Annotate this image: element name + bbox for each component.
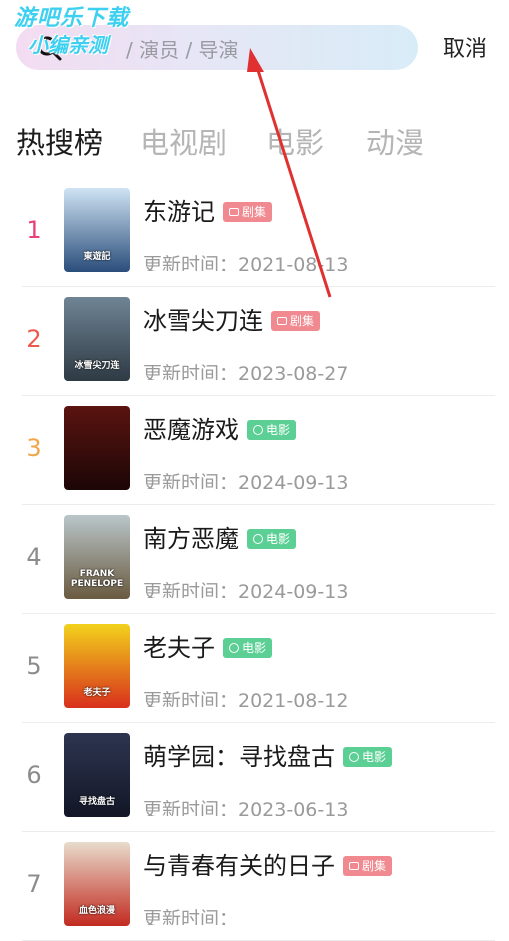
poster-image[interactable]: 老夫子: [64, 624, 130, 708]
updated-time: 更新时间：2023-08-27: [143, 363, 349, 380]
poster-image[interactable]: 東遊記: [64, 188, 130, 272]
item-title-row: 南方恶魔 电影: [143, 519, 297, 554]
series-badge: 剧集: [223, 202, 273, 222]
list-item[interactable]: 7 血色浪漫 与青春有关的日子 剧集更新时间：: [0, 832, 509, 941]
updated-time: 更新时间：2023-06-13: [143, 799, 349, 816]
tv-icon: [349, 862, 359, 870]
rank-number: 5: [26, 652, 42, 680]
rank-number: 6: [26, 761, 42, 789]
film-reel-icon: [229, 643, 239, 653]
series-badge: 剧集: [343, 856, 393, 876]
rank-number: 1: [26, 216, 42, 244]
item-title[interactable]: 南方恶魔: [143, 525, 239, 553]
item-title[interactable]: 东游记: [143, 198, 215, 226]
list-item[interactable]: 2 冰雪尖刀连 冰雪尖刀连 剧集 更新时间：2023-08-27: [0, 287, 509, 396]
list-item[interactable]: 1 東遊記 东游记 剧集更新时间：2021-08-13: [0, 178, 509, 287]
film-reel-icon: [253, 425, 263, 435]
series-badge: 剧集: [271, 311, 321, 331]
poster-image[interactable]: [64, 406, 130, 490]
poster-image[interactable]: FRANK PENELOPE: [64, 515, 130, 599]
poster-text: 冰雪尖刀连: [74, 361, 120, 371]
item-title[interactable]: 与青春有关的日子: [143, 852, 335, 880]
updated-time: 更新时间：2021-08-12: [143, 690, 349, 707]
badge-label: 电影: [242, 641, 267, 655]
list-item[interactable]: 5 老夫子 老夫子 电影 更新时间：2021-08-12: [0, 614, 509, 723]
list-item[interactable]: 3 恶魔游戏 电影更新时间：2024-09-13: [0, 396, 509, 505]
watermark: 游吧乐下载 小编亲测: [14, 6, 129, 58]
poster-image[interactable]: 寻找盘古: [64, 733, 130, 817]
cancel-button[interactable]: 取消: [443, 31, 487, 63]
search-input[interactable]: / 演员 / 导演: [126, 34, 239, 63]
list-item[interactable]: 6 寻找盘古 萌学园：寻找盘古 电影更新时间：2023-06-13: [0, 723, 509, 832]
rank-number: 4: [26, 543, 42, 571]
item-title-row: 与青春有关的日子 剧集: [143, 846, 393, 881]
watermark-line-2: 小编亲测: [28, 33, 108, 57]
movie-badge: 电影: [247, 529, 297, 549]
movie-badge: 电影: [223, 638, 273, 658]
rank-number: 2: [26, 325, 42, 353]
badge-label: 剧集: [242, 205, 267, 219]
item-title[interactable]: 老夫子: [143, 634, 215, 662]
badge-label: 电影: [266, 423, 291, 437]
film-reel-icon: [349, 752, 359, 762]
poster-text: 寻找盘古: [78, 797, 115, 807]
tv-icon: [277, 317, 287, 325]
movie-badge: 电影: [343, 747, 393, 767]
rank-number: 7: [26, 870, 42, 898]
poster-image[interactable]: 冰雪尖刀连: [64, 297, 130, 381]
tab-tv-series[interactable]: 电视剧: [140, 120, 227, 162]
item-title-row: 东游记 剧集: [143, 192, 273, 227]
item-title-row: 老夫子 电影: [143, 628, 273, 663]
item-title[interactable]: 恶魔游戏: [143, 416, 239, 444]
badge-label: 电影: [362, 750, 387, 764]
poster-text: 老夫子: [83, 688, 111, 698]
updated-time: 更新时间：2024-09-13: [143, 581, 349, 598]
item-title-row: 萌学园：寻找盘古 电影: [143, 737, 393, 772]
item-title[interactable]: 冰雪尖刀连: [143, 307, 263, 335]
poster-text: 血色浪漫: [78, 906, 115, 916]
list-item[interactable]: 4 FRANK PENELOPE 南方恶魔 电影更新时间：2024-09-13: [0, 505, 509, 614]
updated-time: 更新时间：: [143, 908, 239, 925]
rank-number: 3: [26, 434, 42, 462]
tab-movies[interactable]: 电影: [266, 120, 324, 162]
tab-anime[interactable]: 动漫: [366, 120, 424, 162]
badge-label: 电影: [266, 532, 291, 546]
updated-time: 更新时间：2024-09-13: [143, 472, 349, 489]
poster-image[interactable]: 血色浪漫: [64, 842, 130, 926]
item-title-row: 恶魔游戏 电影: [143, 410, 297, 445]
movie-badge: 电影: [247, 420, 297, 440]
badge-label: 剧集: [290, 314, 315, 328]
film-reel-icon: [253, 534, 263, 544]
item-title[interactable]: 萌学园：寻找盘古: [143, 743, 335, 771]
poster-text: 東遊記: [83, 252, 111, 262]
watermark-line-1: 游吧乐下载: [14, 6, 130, 31]
tab-hot-search[interactable]: 热搜榜: [16, 120, 103, 162]
item-title-row: 冰雪尖刀连 剧集: [143, 301, 321, 336]
badge-label: 剧集: [362, 859, 387, 873]
poster-text: FRANK PENELOPE: [70, 569, 124, 589]
updated-time: 更新时间：2021-08-13: [143, 254, 349, 271]
tv-icon: [229, 208, 239, 216]
